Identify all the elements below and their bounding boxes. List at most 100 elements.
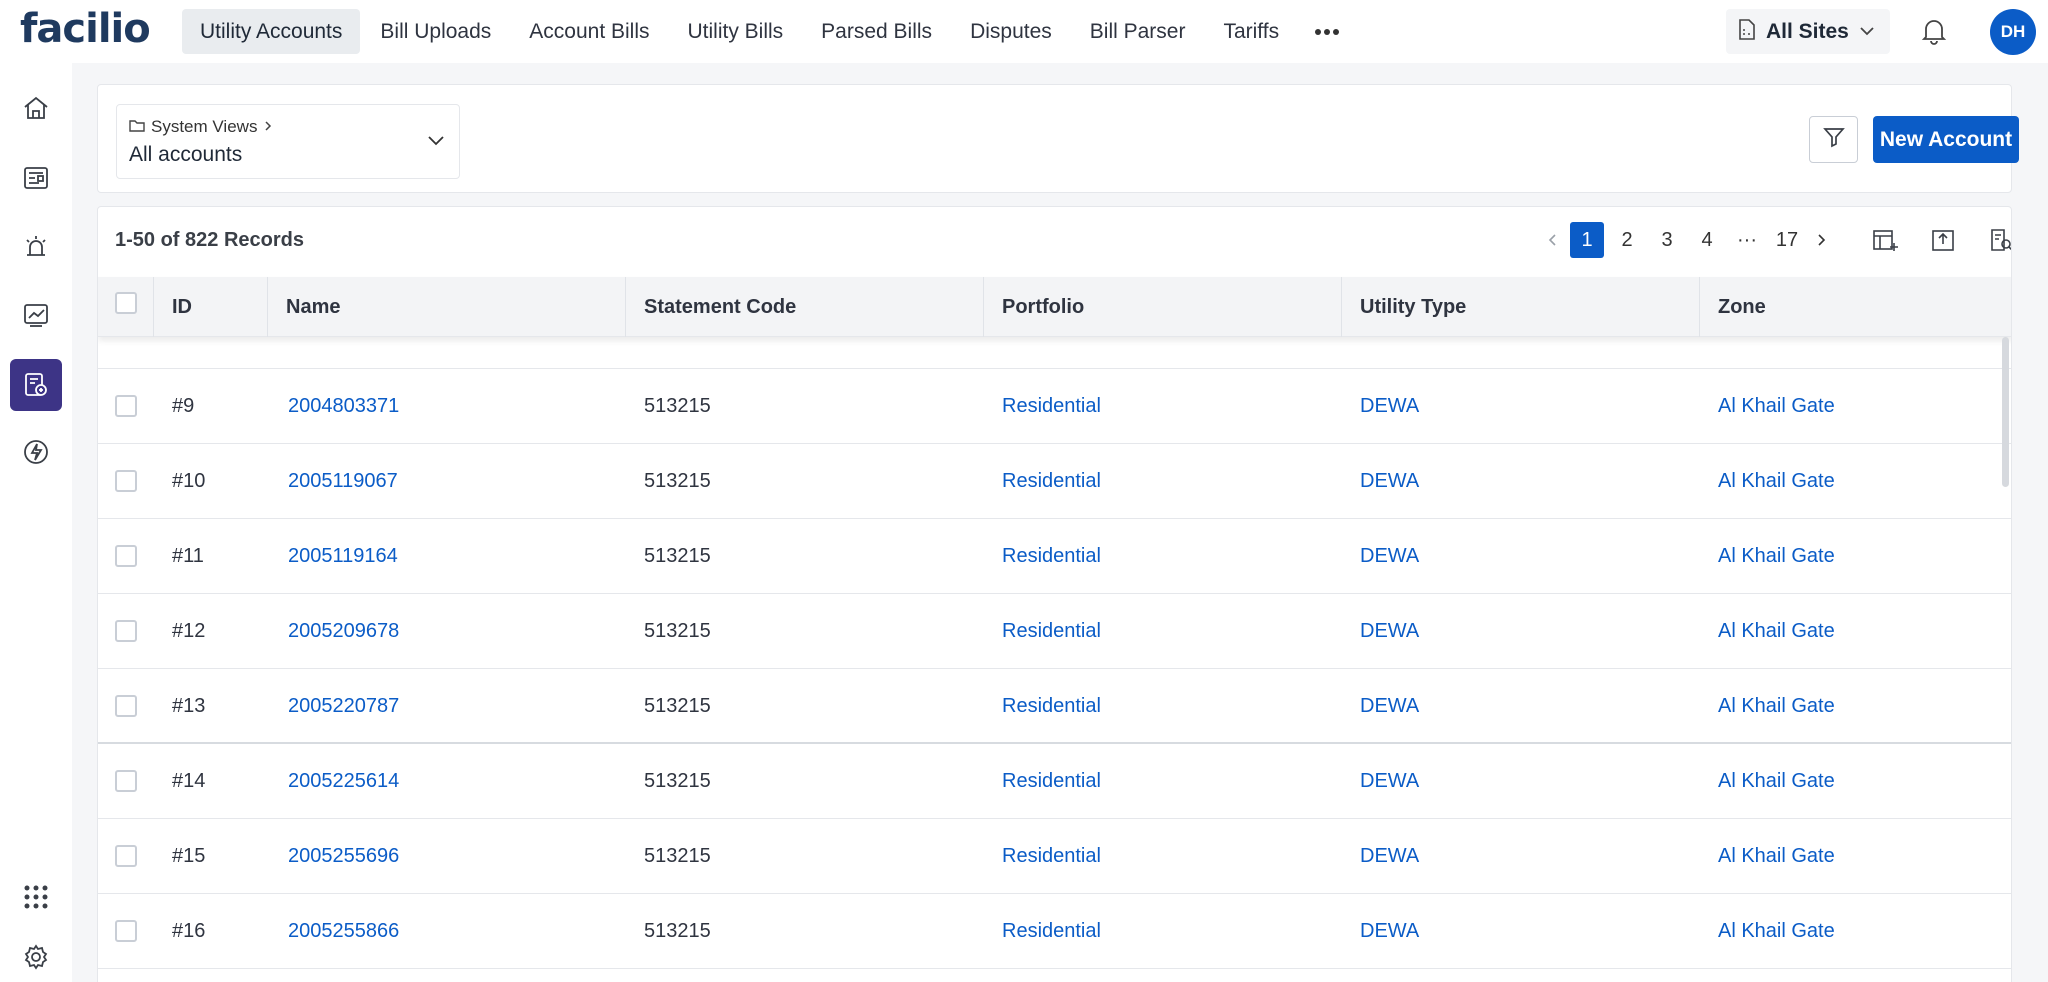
view-selector[interactable]: System Views All accounts [116,104,460,179]
row-utility-type-link[interactable]: DEWA [1360,594,1419,669]
energy-icon[interactable] [10,426,62,478]
utility-billing-icon[interactable] [10,359,62,411]
page-2[interactable]: 2 [1610,222,1644,258]
row-zone-link[interactable]: Al Khail Gate [1718,369,1835,444]
row-name-link[interactable]: 2005119164 [288,519,398,594]
table-row[interactable]: #15 2005255696 513215 Residential DEWA A… [98,819,2011,894]
tab-utility-bills[interactable]: Utility Bills [670,9,802,54]
column-header-portfolio[interactable]: Portfolio [984,277,1342,337]
more-horizontal-icon[interactable] [1299,9,1355,54]
row-portfolio-link[interactable]: Residential [1002,594,1101,669]
column-header-id[interactable]: ID [154,277,268,337]
table-scrollbar[interactable] [2002,337,2009,487]
table-row[interactable]: #16 2005255866 513215 Residential DEWA A… [98,894,2011,969]
row-zone-link[interactable]: Al Khail Gate [1718,669,1835,744]
chevron-down-icon [427,133,445,151]
row-checkbox[interactable] [115,845,137,867]
row-portfolio-link[interactable]: Residential [1002,369,1101,444]
tab-tariffs[interactable]: Tariffs [1205,9,1297,54]
page-3[interactable]: 3 [1650,222,1684,258]
module-tabs: Utility Accounts Bill Uploads Account Bi… [182,9,1355,54]
row-name-link[interactable]: 2005255696 [288,819,399,894]
alarm-icon[interactable] [10,221,62,273]
row-name-link[interactable]: 2004803371 [288,369,399,444]
row-zone-link[interactable]: Al Khail Gate [1718,444,1835,519]
row-checkbox[interactable] [115,395,137,417]
report-search-icon[interactable] [1987,226,2011,254]
column-header-statement-code[interactable]: Statement Code [626,277,984,337]
row-name-link[interactable]: 2005119067 [288,444,398,519]
row-checkbox[interactable] [115,695,137,717]
notification-bell-icon[interactable] [1921,17,1947,50]
new-account-button[interactable]: New Account [1873,116,2019,163]
row-portfolio-link[interactable]: Residential [1002,519,1101,594]
column-header-utility-type[interactable]: Utility Type [1342,277,1700,337]
row-utility-type-link[interactable]: DEWA [1360,519,1419,594]
prev-page-icon[interactable] [1542,222,1564,258]
tab-parsed-bills[interactable]: Parsed Bills [803,9,950,54]
row-statement-code: 513215 [644,470,711,492]
select-all-checkbox[interactable] [115,292,137,314]
table-body: #9 2004803371 513215 Residential DEWA Al… [98,345,2011,969]
tab-bill-parser[interactable]: Bill Parser [1072,9,1204,54]
export-icon[interactable] [1929,226,1957,254]
row-id: #14 [172,770,206,792]
breadcrumb-label: System Views [151,117,258,136]
row-utility-type-link[interactable]: DEWA [1360,744,1419,819]
page-17[interactable]: 17 [1770,222,1804,258]
row-checkbox[interactable] [115,620,137,642]
table-row[interactable]: #9 2004803371 513215 Residential DEWA Al… [98,369,2011,444]
row-portfolio-link[interactable]: Residential [1002,744,1101,819]
tab-bill-uploads[interactable]: Bill Uploads [362,9,509,54]
row-portfolio-link[interactable]: Residential [1002,444,1101,519]
filter-icon [1822,125,1846,154]
tab-account-bills[interactable]: Account Bills [511,9,667,54]
column-header-name[interactable]: Name [268,277,626,337]
column-header-zone[interactable]: Zone [1700,277,2011,337]
column-settings-icon[interactable] [1871,226,1899,254]
row-name-link[interactable]: 2005255866 [288,894,399,969]
page-4[interactable]: 4 [1690,222,1724,258]
analytics-icon[interactable] [10,289,62,341]
row-utility-type-link[interactable]: DEWA [1360,444,1419,519]
row-utility-type-link[interactable]: DEWA [1360,819,1419,894]
page-ellipsis[interactable]: ··· [1730,222,1764,258]
row-portfolio-link[interactable]: Residential [1002,819,1101,894]
facilio-logo[interactable]: facilio [20,6,151,52]
row-utility-type-link[interactable]: DEWA [1360,369,1419,444]
page-1[interactable]: 1 [1570,222,1604,258]
row-zone-link[interactable]: Al Khail Gate [1718,819,1835,894]
user-avatar[interactable]: DH [1990,9,2036,55]
row-zone-link[interactable]: Al Khail Gate [1718,594,1835,669]
table-row[interactable]: #11 2005119164 513215 Residential DEWA A… [98,519,2011,594]
settings-icon[interactable] [10,931,62,982]
table-row[interactable]: #10 2005119067 513215 Residential DEWA A… [98,444,2011,519]
row-utility-type-link[interactable]: DEWA [1360,894,1419,969]
filter-button[interactable] [1809,116,1858,163]
table-row[interactable]: #14 2005225614 513215 Residential DEWA A… [98,744,2011,819]
row-portfolio-link[interactable]: Residential [1002,894,1101,969]
row-checkbox[interactable] [115,770,137,792]
row-zone-link[interactable]: Al Khail Gate [1718,744,1835,819]
home-icon[interactable] [10,82,62,134]
tab-disputes[interactable]: Disputes [952,9,1070,54]
row-utility-type-link[interactable]: DEWA [1360,669,1419,744]
row-checkbox[interactable] [115,545,137,567]
top-navigation-bar: facilio Utility Accounts Bill Uploads Ac… [0,0,2048,63]
row-checkbox[interactable] [115,470,137,492]
apps-grid-icon[interactable] [10,871,62,923]
row-portfolio-link[interactable]: Residential [1002,669,1101,744]
dashboard-icon[interactable] [10,152,62,204]
row-zone-link[interactable]: Al Khail Gate [1718,519,1835,594]
next-page-icon[interactable] [1810,222,1832,258]
table-row[interactable]: #12 2005209678 513215 Residential DEWA A… [98,594,2011,669]
row-name-link[interactable]: 2005225614 [288,744,399,819]
row-name-link[interactable]: 2005220787 [288,669,399,744]
tab-utility-accounts[interactable]: Utility Accounts [182,9,361,54]
row-name-link[interactable]: 2005209678 [288,594,399,669]
site-selector[interactable]: All Sites [1726,9,1890,54]
table-row[interactable]: #13 2005220787 513215 Residential DEWA A… [98,669,2011,744]
row-id: #12 [172,620,206,642]
row-zone-link[interactable]: Al Khail Gate [1718,894,1835,969]
row-checkbox[interactable] [115,920,137,942]
